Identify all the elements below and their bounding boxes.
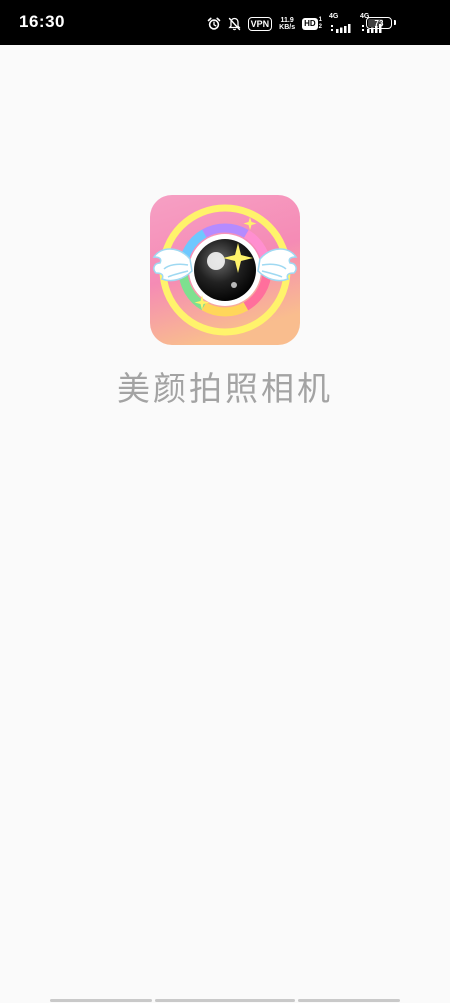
network-speed-unit: KB/s xyxy=(279,24,296,31)
vpn-icon: VPN xyxy=(247,17,273,31)
battery-icon: 73 xyxy=(366,17,396,29)
gesture-nav-bar[interactable] xyxy=(0,999,450,1003)
network-speed-value: 11.9 xyxy=(280,17,294,24)
sim1-label: 4G xyxy=(329,13,339,20)
camera-lens-with-wings-icon xyxy=(150,195,300,345)
silent-bell-icon xyxy=(228,17,241,31)
battery-level: 73 xyxy=(374,18,384,28)
status-icons: VPN 11.9 KB/s HD 1 2 4G 4G xyxy=(207,13,384,34)
hd-sub-top: 1 xyxy=(318,17,322,23)
app-icon xyxy=(150,195,300,345)
status-bar: 16:30 VPN 11.9 KB/s HD 1 2 4G 4G 73 xyxy=(0,0,450,45)
alarm-icon xyxy=(207,17,221,31)
hd-badge: HD xyxy=(302,18,318,30)
nav-segment-center xyxy=(155,999,295,1002)
nav-segment-right xyxy=(298,999,400,1002)
hd-sub-bottom: 2 xyxy=(318,24,322,30)
sim1-signal-icon: 4G xyxy=(329,13,353,33)
status-time: 16:30 xyxy=(19,12,65,31)
hd-icon: HD 1 2 xyxy=(302,17,322,31)
nav-segment-left xyxy=(50,999,152,1002)
battery-cap xyxy=(394,20,396,25)
network-speed: 11.9 KB/s xyxy=(279,17,295,31)
app-name: 美颜拍照相机 xyxy=(117,369,333,408)
hd-sub: 1 2 xyxy=(319,17,322,31)
battery-body: 73 xyxy=(366,17,392,29)
